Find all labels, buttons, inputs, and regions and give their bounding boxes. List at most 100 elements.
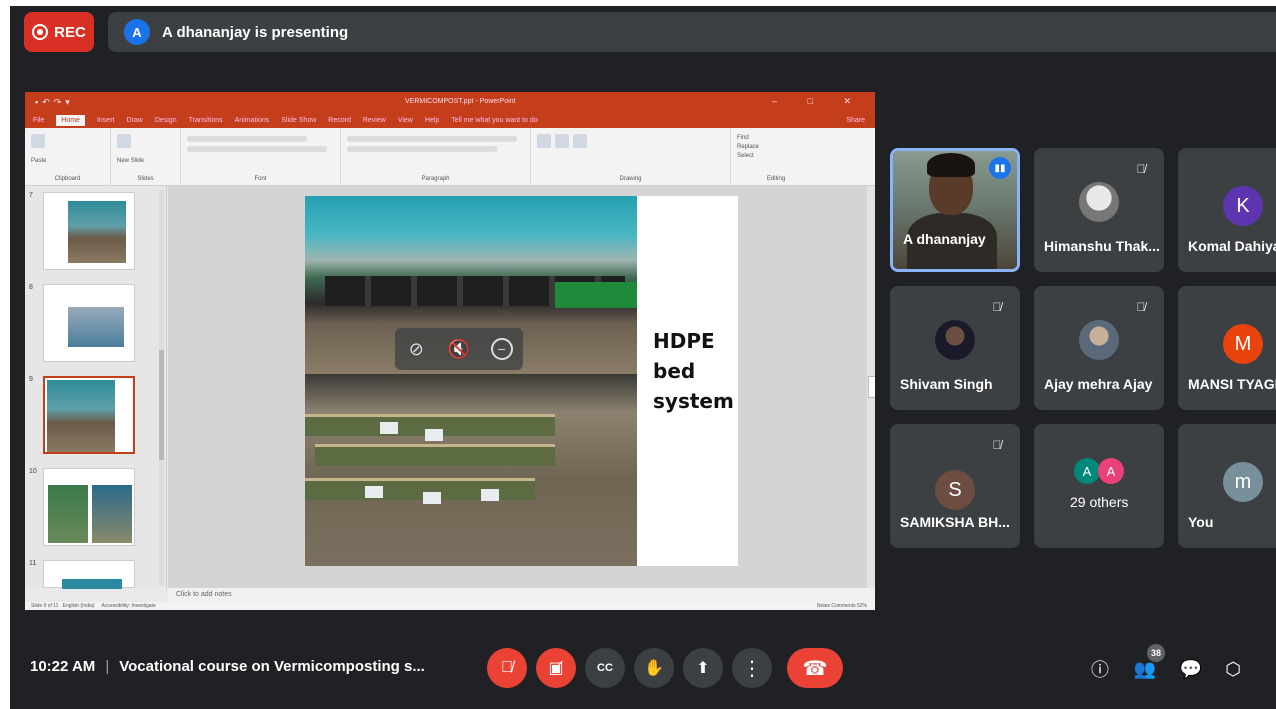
participant-tile[interactable]: 🎙̸ Ajay mehra Ajay	[1034, 286, 1164, 410]
language-status: English (India)	[62, 603, 95, 609]
thumbnail-scrollbar[interactable]	[159, 190, 164, 586]
avatar: A	[1098, 458, 1124, 484]
arrange-icon[interactable]	[555, 134, 569, 148]
slide-thumbnail[interactable]	[43, 560, 135, 589]
new-slide-label: New Slide	[117, 158, 145, 164]
find-button[interactable]: Find	[737, 135, 815, 141]
font-group: Font	[181, 128, 341, 185]
others-count: 29 others	[1070, 494, 1129, 510]
participant-tile[interactable]: K Komal Dahiya	[1178, 148, 1276, 272]
presenting-banner: A A dhananjay is presenting	[108, 12, 1276, 52]
chat-icon[interactable]: 💬	[1178, 656, 1204, 682]
font-selector[interactable]	[187, 136, 307, 142]
more-options-button[interactable]: ⋮	[732, 648, 772, 688]
shapes-icon[interactable]	[537, 134, 551, 148]
raise-hand-button[interactable]: ✋	[634, 648, 674, 688]
slide-thumbnail[interactable]	[43, 468, 135, 546]
quick-styles-icon[interactable]	[573, 134, 587, 148]
participant-tile[interactable]: M MANSI TYAGI	[1178, 286, 1276, 410]
presenting-text: A dhananjay is presenting	[162, 23, 349, 41]
others-tile[interactable]: A A 29 others	[1034, 424, 1164, 548]
unpin-icon[interactable]: ⊘	[405, 338, 427, 360]
hdpe-bed-photo	[305, 374, 637, 566]
new-slide-icon[interactable]	[117, 134, 131, 148]
accessibility-status[interactable]: Accessibility: Investigate	[102, 603, 156, 609]
window-controls-icon: – □ ✕	[772, 96, 865, 106]
clipboard-group: Paste Clipboard	[25, 128, 111, 185]
tab-draw[interactable]: Draw	[126, 117, 142, 124]
slide-thumbnail-selected[interactable]	[43, 376, 135, 454]
participant-name: A dhananjay	[903, 231, 986, 247]
tab-help[interactable]: Help	[425, 117, 439, 124]
recording-indicator[interactable]: REC	[24, 12, 94, 52]
ribbon: Paste Clipboard New Slide Slides Font Pa…	[25, 128, 875, 186]
ribbon-tabs: File Home Insert Draw Design Transitions…	[25, 113, 875, 128]
participant-name: Shivam Singh	[900, 376, 993, 392]
meeting-time: 10:22 AM	[30, 658, 96, 675]
separator: |	[105, 658, 110, 675]
leave-call-button[interactable]: ☎	[787, 648, 843, 688]
slide-thumbnail[interactable]	[43, 284, 135, 362]
thumb-number: 11	[29, 560, 37, 567]
paragraph-row-2[interactable]	[347, 146, 497, 152]
mic-toggle-button[interactable]: 🎙̸	[487, 648, 527, 688]
tab-slideshow[interactable]: Slide Show	[281, 117, 316, 124]
tab-animations[interactable]: Animations	[235, 117, 270, 124]
meeting-details: 10:22 AM | Vocational course on Vermicom…	[30, 658, 425, 675]
avatar: m	[1223, 462, 1263, 502]
participant-tile[interactable]: 🎙̸ Shivam Singh	[890, 286, 1020, 410]
avatar	[1079, 320, 1119, 360]
mic-off-icon: 🎙̸	[992, 300, 1002, 314]
select-button[interactable]: Select	[737, 153, 815, 159]
avatar: M	[1223, 324, 1263, 364]
editor-scrollbar[interactable]	[867, 186, 875, 588]
shared-screen[interactable]: ▪↶↷▾ VERMICOMPOST.ppt - PowerPoint – □ ✕…	[25, 92, 875, 610]
notes-pane[interactable]: Click to add notes	[168, 588, 875, 602]
tab-home[interactable]: Home	[56, 115, 85, 126]
clipboard-label: Clipboard	[54, 176, 81, 182]
slides-label: Slides	[137, 176, 154, 182]
speaking-indicator-icon: ▮▮	[989, 157, 1011, 179]
avatar: K	[1223, 186, 1263, 226]
tab-transitions[interactable]: Transitions	[189, 117, 223, 124]
slide-counter: Slide 9 of 11	[31, 603, 59, 609]
remove-icon[interactable]: −	[490, 338, 513, 360]
powerpoint-statusbar: Slide 9 of 11 English (India) Accessibil…	[25, 602, 875, 610]
tab-view[interactable]: View	[398, 117, 413, 124]
tab-design[interactable]: Design	[155, 117, 177, 124]
editing-label: Editing	[766, 176, 786, 182]
font-format-row[interactable]	[187, 146, 327, 152]
document-title: VERMICOMPOST.ppt - PowerPoint	[405, 98, 516, 105]
tab-insert[interactable]: Insert	[97, 117, 115, 124]
paste-icon[interactable]	[31, 134, 45, 148]
participant-tile[interactable]: ▮▮ A dhananjay	[890, 148, 1020, 272]
participant-tile[interactable]: 🎙̸ Himanshu Thak...	[1034, 148, 1164, 272]
replace-button[interactable]: Replace	[737, 144, 815, 150]
slide-thumbnail[interactable]	[43, 192, 135, 270]
share-button[interactable]: Share	[846, 117, 865, 124]
info-icon[interactable]: ⓘ	[1087, 656, 1113, 682]
meeting-title: Vocational course on Vermicomposting s..…	[119, 658, 425, 675]
present-button[interactable]: ⬆	[683, 648, 723, 688]
captions-button[interactable]: CC	[585, 648, 625, 688]
self-tile[interactable]: m You	[1178, 424, 1276, 548]
drawing-label: Drawing	[619, 176, 642, 182]
participant-name: You	[1188, 514, 1214, 530]
tell-me-box[interactable]: Tell me what you want to do	[451, 117, 537, 124]
tab-file[interactable]: File	[33, 117, 44, 124]
activities-icon[interactable]: ⬡	[1220, 656, 1246, 682]
view-zoom-controls[interactable]: Notes Comments 52%	[817, 602, 867, 610]
slide-editor: HDPE bed system	[168, 186, 875, 588]
participant-tile[interactable]: 🎙̸ S SAMIKSHA BH...	[890, 424, 1020, 548]
tab-review[interactable]: Review	[363, 117, 386, 124]
camera-toggle-button[interactable]: ▣̸	[536, 648, 576, 688]
mic-off-icon: 🎙̸	[1136, 300, 1146, 314]
paragraph-row-1[interactable]	[347, 136, 517, 142]
participant-name: SAMIKSHA BH...	[900, 514, 1010, 530]
thumb-number: 7	[29, 192, 33, 199]
caption-line: HDPE	[653, 329, 715, 353]
avatar	[935, 320, 975, 360]
tab-record[interactable]: Record	[328, 117, 351, 124]
rec-label: REC	[54, 23, 86, 41]
mute-audio-icon[interactable]: 🔇	[448, 338, 470, 360]
